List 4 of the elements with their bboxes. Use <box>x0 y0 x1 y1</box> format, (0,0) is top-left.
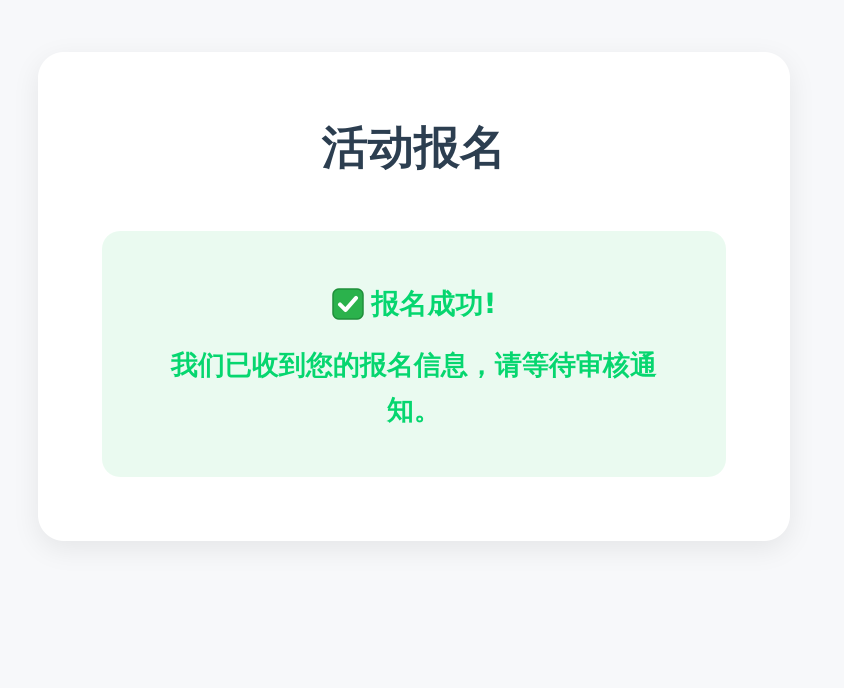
page-title: 活动报名 <box>320 122 507 173</box>
success-message: 我们已收到您的报名信息，请等待审核通知。 <box>170 348 658 428</box>
check-icon <box>332 288 364 320</box>
success-heading: 报名成功! <box>372 286 496 322</box>
